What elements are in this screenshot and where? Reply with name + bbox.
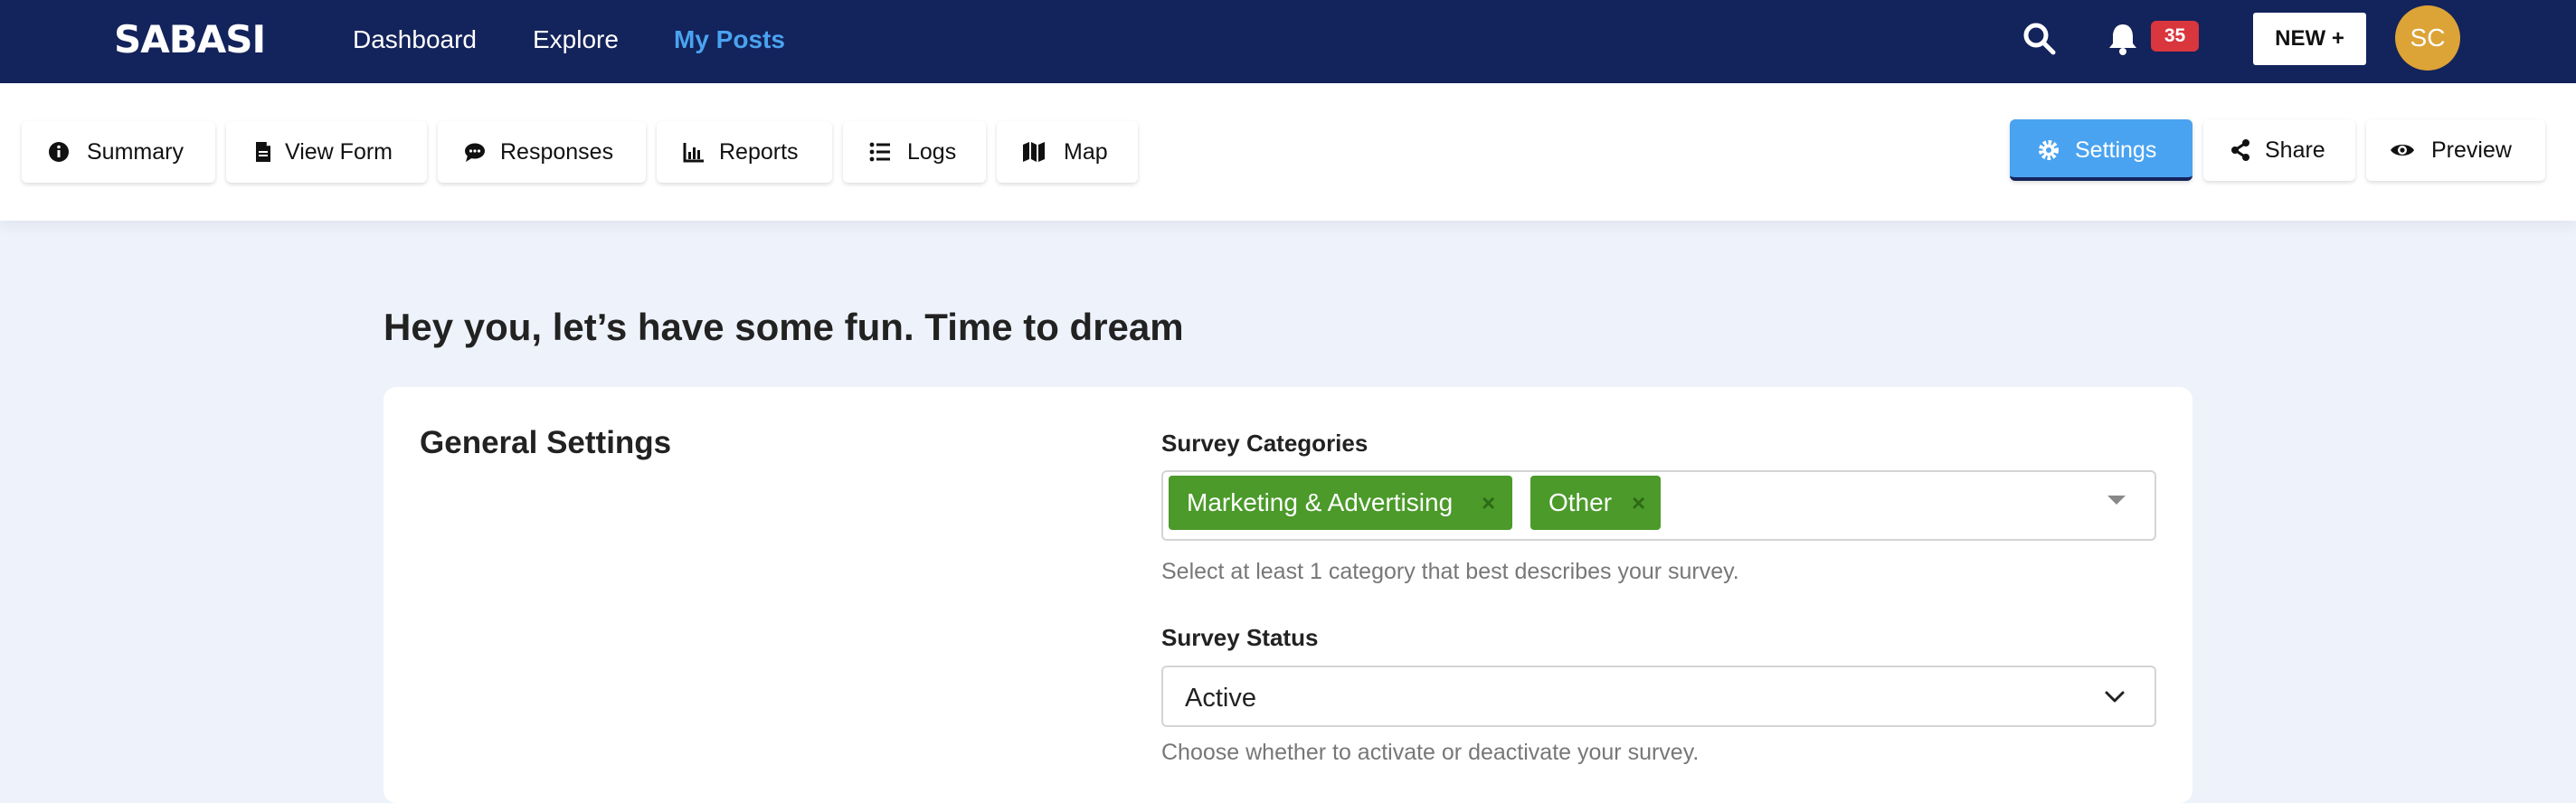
tab-label: Responses [500, 139, 614, 165]
nav-link-my-posts[interactable]: My Posts [674, 24, 785, 56]
category-chip-other[interactable]: Other × [1530, 476, 1661, 530]
categories-help-text: Select at least 1 category that best des… [1161, 559, 1739, 584]
tab-map[interactable]: Map [997, 121, 1138, 183]
share-icon [2229, 138, 2252, 162]
tab-responses[interactable]: Responses [438, 121, 646, 183]
survey-status-select[interactable]: Active [1161, 666, 2156, 727]
search-icon[interactable] [2022, 22, 2057, 61]
top-navbar: SABASI Dashboard Explore My Posts 35 NEW… [0, 0, 2576, 83]
tab-logs[interactable]: Logs [843, 121, 986, 183]
caret-down-icon[interactable] [2107, 496, 2126, 505]
nav-link-dashboard[interactable]: Dashboard [353, 24, 477, 56]
survey-status-label: Survey Status [1161, 624, 1319, 651]
tab-label: Reports [719, 139, 799, 165]
map-icon [1022, 140, 1046, 164]
bell-icon[interactable] [2107, 22, 2138, 61]
notification-count-badge: 35 [2151, 21, 2199, 52]
info-circle-icon [47, 140, 71, 164]
eye-icon [2390, 138, 2414, 162]
status-selected-value: Active [1185, 684, 1256, 713]
preview-label: Preview [2431, 137, 2512, 163]
card-title: General Settings [420, 425, 672, 460]
share-button[interactable]: Share [2203, 119, 2355, 181]
new-button[interactable]: NEW + [2253, 13, 2366, 65]
bar-chart-icon [682, 140, 706, 164]
list-icon [868, 140, 892, 164]
chip-remove-icon[interactable]: × [1482, 476, 1495, 530]
file-icon [251, 140, 275, 164]
category-chip-marketing[interactable]: Marketing & Advertising × [1169, 476, 1512, 530]
tab-reports[interactable]: Reports [657, 121, 832, 183]
sabasi-logo[interactable]: SABASI [114, 16, 266, 63]
chevron-down-icon [2104, 685, 2126, 712]
chip-label: Other [1548, 488, 1613, 516]
tab-summary[interactable]: Summary [22, 121, 215, 183]
tab-label: View Form [285, 139, 393, 165]
chip-label: Marketing & Advertising [1187, 488, 1454, 516]
page-heading: Hey you, let’s have some fun. Time to dr… [384, 306, 1184, 348]
tab-label: Map [1064, 139, 1108, 165]
comment-icon [463, 140, 487, 164]
nav-link-explore[interactable]: Explore [533, 24, 619, 56]
gear-icon [2037, 138, 2060, 162]
settings-button[interactable]: Settings [2010, 119, 2192, 181]
tab-label: Logs [907, 139, 957, 165]
tab-view-form[interactable]: View Form [226, 121, 427, 183]
tab-label: Summary [87, 139, 184, 165]
preview-button[interactable]: Preview [2366, 119, 2545, 181]
status-help-text: Choose whether to activate or deactivate… [1161, 740, 1700, 765]
survey-categories-label: Survey Categories [1161, 430, 1368, 457]
chip-remove-icon[interactable]: × [1632, 476, 1645, 530]
user-avatar[interactable]: SC [2395, 5, 2460, 71]
settings-label: Settings [2075, 137, 2157, 163]
share-label: Share [2265, 137, 2325, 163]
